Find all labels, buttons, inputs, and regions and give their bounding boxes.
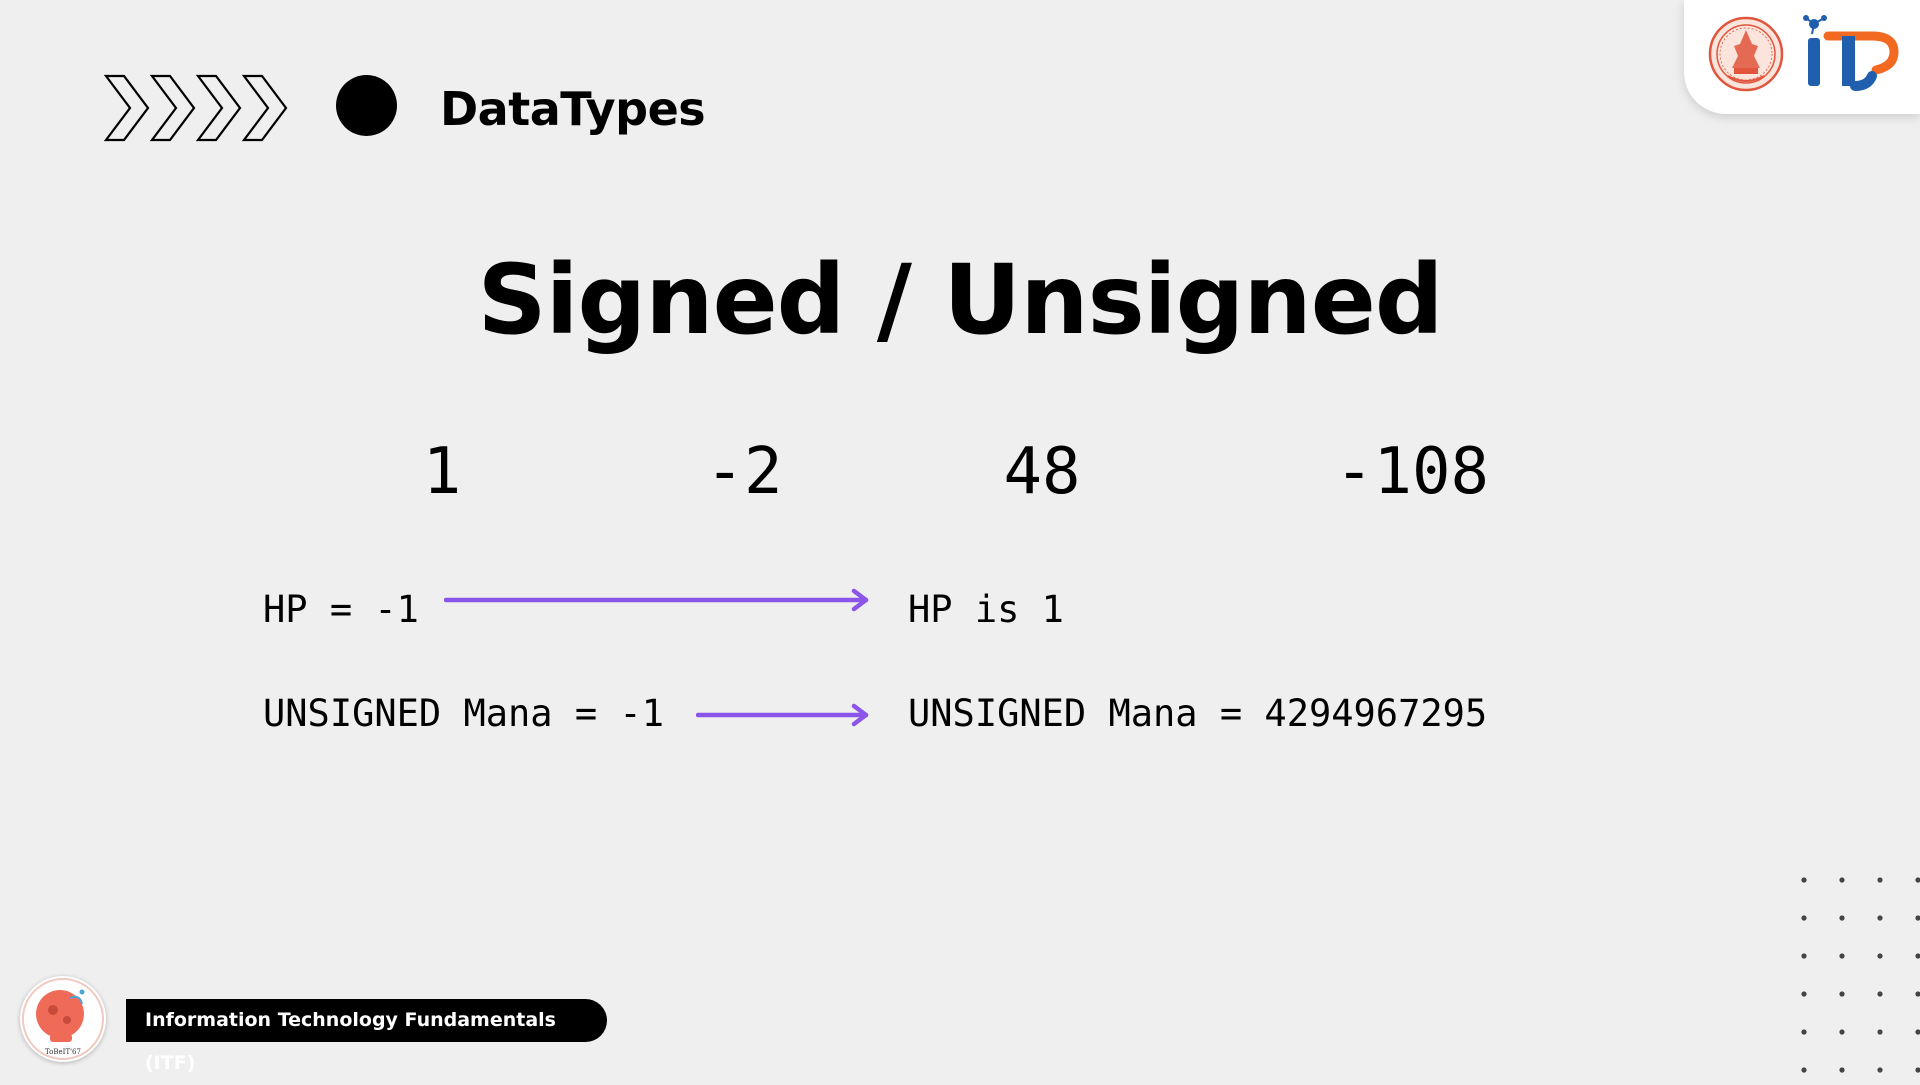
grid-dot — [1915, 877, 1920, 883]
grid-dot — [1877, 877, 1883, 883]
grid-dot — [1915, 1067, 1920, 1073]
slide-title: Signed / Unsigned — [477, 244, 1443, 356]
course-label: Information Technology Fundamentals (ITF… — [126, 999, 607, 1074]
filled-circle-icon — [336, 75, 397, 136]
grid-dot — [1877, 1067, 1883, 1073]
grid-dot — [1877, 953, 1883, 959]
grid-dot — [1839, 991, 1845, 997]
grid-dot — [1839, 877, 1845, 883]
grid-dot — [1877, 1029, 1883, 1035]
grid-dot — [1801, 877, 1807, 883]
grid-dot — [1877, 991, 1883, 997]
grid-dot — [1839, 953, 1845, 959]
avatar-caption: ToBeIT'67 — [45, 1048, 81, 1056]
grid-dot — [1801, 1067, 1807, 1073]
dot-grid-pattern — [1801, 877, 1920, 1073]
arrow-right-icon — [696, 703, 869, 727]
number-example: -2 — [705, 435, 783, 509]
number-example: 48 — [1003, 435, 1081, 509]
grid-dot — [1801, 1029, 1807, 1035]
number-example: 1 — [422, 435, 462, 509]
university-seal-logo — [1708, 16, 1784, 92]
grid-dot — [1839, 1029, 1845, 1035]
logo-card — [1684, 0, 1920, 114]
grid-dot — [1839, 1067, 1845, 1073]
example-input: UNSIGNED Mana = -1 — [263, 692, 664, 735]
example-output: HP is 1 — [908, 588, 1064, 631]
arrow-right-icon — [444, 588, 869, 612]
section-title: DataTypes — [440, 82, 706, 136]
grid-dot — [1801, 915, 1807, 921]
grid-dot — [1915, 953, 1920, 959]
grid-dot — [1839, 915, 1845, 921]
chevrons-right-icon — [104, 74, 288, 142]
number-example: -108 — [1334, 435, 1490, 509]
course-mascot-avatar: ToBeIT'67 — [20, 976, 106, 1062]
grid-dot — [1877, 915, 1883, 921]
grid-dot — [1915, 991, 1920, 997]
grid-dot — [1915, 915, 1920, 921]
grid-dot — [1915, 1029, 1920, 1035]
example-input: HP = -1 — [263, 588, 419, 631]
it-faculty-logo — [1803, 15, 1899, 91]
grid-dot — [1801, 991, 1807, 997]
grid-dot — [1801, 953, 1807, 959]
example-output: UNSIGNED Mana = 4294967295 — [908, 692, 1488, 735]
